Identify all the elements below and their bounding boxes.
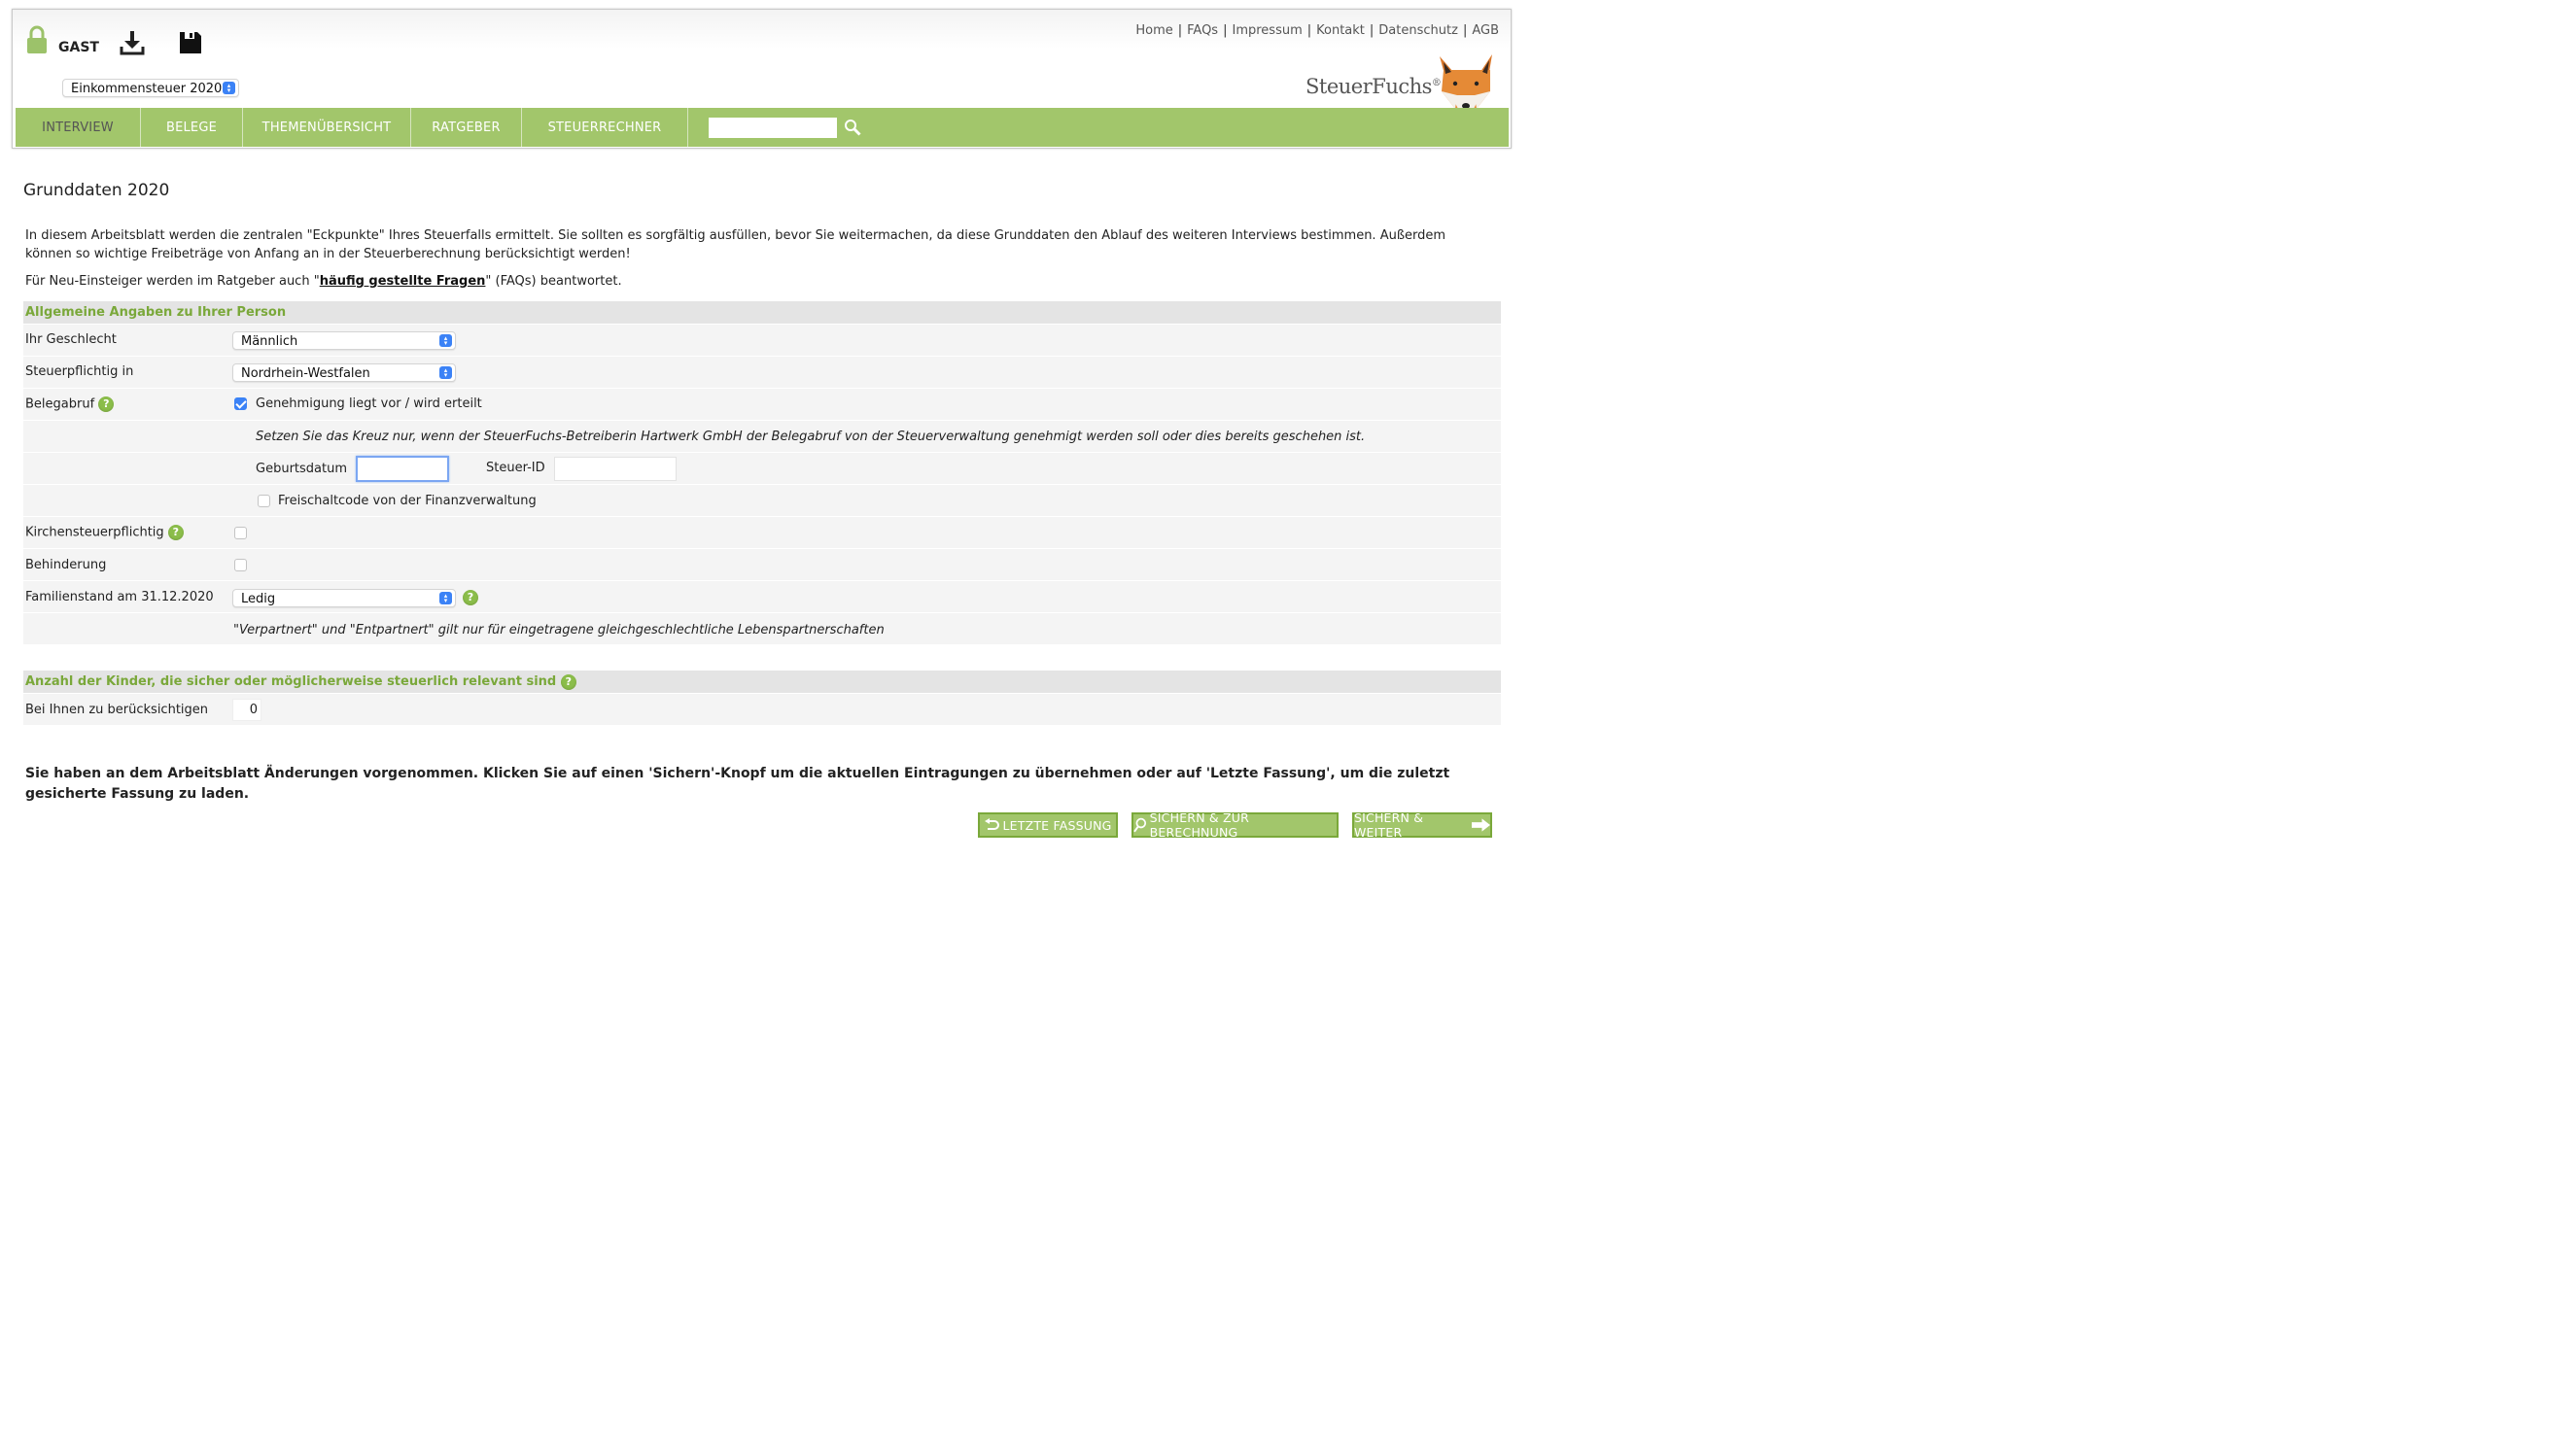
marital-label: Familienstand am 31.12.2020 xyxy=(25,590,214,604)
search-icon[interactable] xyxy=(844,119,861,136)
marital-note: "Verpartnert" und "Entpartnert" gilt nur… xyxy=(233,623,885,637)
save-next-label: SICHERN & WEITER xyxy=(1354,810,1424,840)
birthdate-label: Geburtsdatum xyxy=(256,462,347,476)
taxid-label: Steuer-ID xyxy=(486,461,545,475)
nav-interview[interactable]: INTERVIEW xyxy=(16,108,141,147)
faq-prefix: Für Neu-Einsteiger werden im Ratgeber au… xyxy=(25,274,320,289)
row-activation: Freischaltcode von der Finanzverwaltung xyxy=(23,485,1501,517)
save-calc-label: SICHERN & ZUR BERECHNUNG xyxy=(1149,810,1250,840)
undo-icon xyxy=(985,818,1000,830)
children-label: Bei Ihnen zu berücksichtigen xyxy=(25,703,209,717)
select-arrows-icon: ▴ ▾ xyxy=(439,366,452,379)
search-input[interactable] xyxy=(709,118,837,138)
activation-label: Freischaltcode von der Finanzverwaltung xyxy=(278,494,537,508)
row-disability: Behinderung xyxy=(23,549,1501,581)
row-church: Kirchensteuerpflichtig ? xyxy=(23,517,1501,549)
header: GAST Einkommensteuer 2020 ▴ ▾ Home | FAQs | I… xyxy=(12,9,1512,149)
select-arrows-icon: ▴ ▾ xyxy=(223,82,235,94)
belegabruf-label-wrap: Belegabruf ? xyxy=(25,396,115,412)
church-label: Kirchensteuerpflichtig xyxy=(25,525,164,540)
gender-label: Ihr Geschlecht xyxy=(25,332,117,347)
belegabruf-checkbox[interactable] xyxy=(234,397,247,410)
section-children-title: Anzahl der Kinder, die sicher oder mögli… xyxy=(25,674,557,689)
taxid-input[interactable] xyxy=(554,457,677,481)
section-children-header: Anzahl der Kinder, die sicher oder mögli… xyxy=(23,671,1501,693)
tax-year-select[interactable]: Einkommensteuer 2020 ▴ ▾ xyxy=(62,79,239,97)
row-state: Steuerpflichtig in Nordrhein-Westfalen ▴… xyxy=(23,357,1501,389)
disability-label: Behinderung xyxy=(25,558,107,572)
save-next-button[interactable]: SICHERN & WEITER xyxy=(1352,810,1492,840)
link-kontakt[interactable]: Kontakt xyxy=(1316,23,1365,38)
link-datenschutz[interactable]: Datenschutz xyxy=(1378,23,1458,38)
section-personal-header: Allgemeine Angaben zu Ihrer Person xyxy=(23,301,1501,324)
gender-select[interactable]: Männlich ▴ ▾ xyxy=(232,331,456,350)
unsaved-changes-notice: Sie haben an dem Arbeitsblatt Änderungen… xyxy=(25,766,1450,802)
belegabruf-note: Setzen Sie das Kreuz nur, wenn der Steue… xyxy=(256,430,1366,444)
magnifier-icon xyxy=(1133,817,1147,833)
marital-select[interactable]: Ledig ▴ ▾ xyxy=(232,589,456,607)
faq-suffix: " (FAQs) beantwortet. xyxy=(485,274,622,289)
nav-belege[interactable]: BELEGE xyxy=(141,108,243,147)
logo-name: SteuerFuchs xyxy=(1305,75,1432,98)
download-icon[interactable] xyxy=(118,28,147,57)
select-arrows-icon: ▴ ▾ xyxy=(439,592,452,604)
intro-text: In diesem Arbeitsblatt werden die zentra… xyxy=(25,228,1446,261)
faq-link[interactable]: häufig gestellte Fragen xyxy=(320,274,486,289)
help-icon[interactable]: ? xyxy=(560,673,576,690)
row-marital: Familienstand am 31.12.2020 Ledig ▴ ▾ ? xyxy=(23,581,1501,613)
church-checkbox[interactable] xyxy=(234,527,247,539)
link-faqs[interactable]: FAQs xyxy=(1187,23,1218,38)
gender-value: Männlich xyxy=(241,334,298,349)
main-navbar: INTERVIEW BELEGE THEMENÜBERSICHT RATGEBE… xyxy=(16,108,1509,147)
activation-checkbox[interactable] xyxy=(258,495,270,507)
link-home[interactable]: Home xyxy=(1135,23,1172,38)
nav-themenuebersicht[interactable]: THEMENÜBERSICHT xyxy=(243,108,411,147)
state-select[interactable]: Nordrhein-Westfalen ▴ ▾ xyxy=(232,363,456,382)
last-version-button[interactable]: LETZTE FASSUNG xyxy=(978,812,1118,838)
nav-steuerrechner[interactable]: STEUERRECHNER xyxy=(522,108,688,147)
link-agb[interactable]: AGB xyxy=(1472,23,1499,38)
save-icon[interactable] xyxy=(178,30,203,55)
page-title: Grunddaten 2020 xyxy=(23,181,170,200)
link-impressum[interactable]: Impressum xyxy=(1232,23,1302,38)
belegabruf-checkbox-label: Genehmigung liegt vor / wird erteilt xyxy=(256,396,482,411)
row-birth-taxid: Geburtsdatum Steuer-ID xyxy=(23,453,1501,485)
belegabruf-label: Belegabruf xyxy=(25,396,95,412)
select-arrows-icon: ▴ ▾ xyxy=(439,334,452,347)
help-icon[interactable]: ? xyxy=(98,396,115,412)
row-children: Bei Ihnen zu berücksichtigen 0 xyxy=(23,694,1501,726)
row-gender: Ihr Geschlecht Männlich ▴ ▾ xyxy=(23,325,1501,357)
user-label: GAST xyxy=(58,40,99,55)
row-belegabruf-note: Setzen Sie das Kreuz nur, wenn der Steue… xyxy=(23,421,1501,453)
arrow-right-icon xyxy=(1471,818,1490,832)
tax-year-value: Einkommensteuer 2020 xyxy=(71,82,223,96)
row-marital-note: "Verpartnert" und "Entpartnert" gilt nur… xyxy=(23,613,1501,645)
faq-line: Für Neu-Einsteiger werden im Ratgeber au… xyxy=(25,274,622,289)
last-version-label: LETZTE FASSUNG xyxy=(1002,817,1112,833)
nav-ratgeber[interactable]: RATGEBER xyxy=(411,108,522,147)
help-icon[interactable]: ? xyxy=(463,590,478,605)
church-label-wrap: Kirchensteuerpflichtig ? xyxy=(25,525,184,540)
row-belegabruf: Belegabruf ? Genehmigung liegt vor / wir… xyxy=(23,389,1501,421)
state-value: Nordrhein-Westfalen xyxy=(241,366,370,381)
birthdate-input[interactable] xyxy=(356,456,449,482)
help-icon[interactable]: ? xyxy=(167,525,184,540)
children-count-input[interactable]: 0 xyxy=(232,699,261,721)
marital-value: Ledig xyxy=(241,592,276,606)
lock-icon xyxy=(27,25,47,53)
state-label: Steuerpflichtig in xyxy=(25,364,134,379)
disability-checkbox[interactable] xyxy=(234,559,247,571)
save-calc-button[interactable]: SICHERN & ZUR BERECHNUNG xyxy=(1131,810,1339,840)
top-links: Home | FAQs | Impressum | Kontakt | Datenschutz |… xyxy=(1135,23,1499,38)
logo-text[interactable]: SteuerFuchs® xyxy=(1305,75,1442,98)
